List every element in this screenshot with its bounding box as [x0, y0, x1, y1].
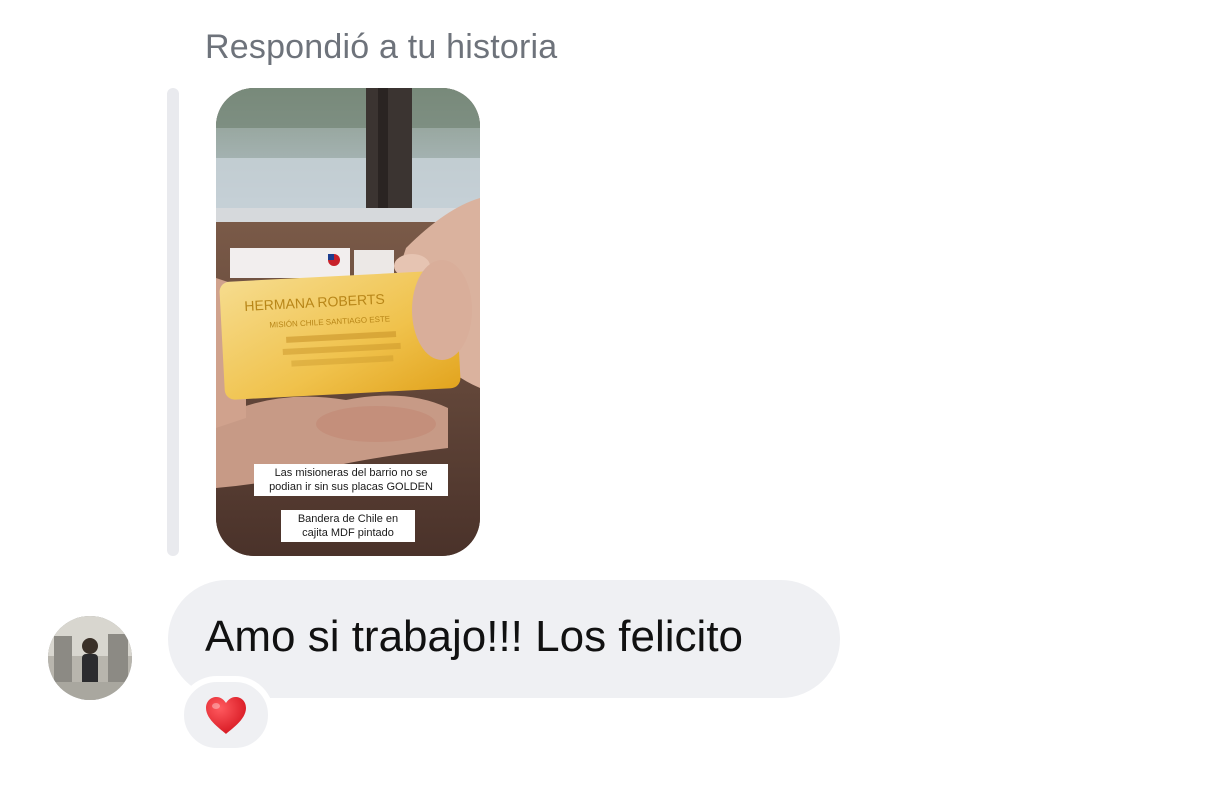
story-caption-1: Las misioneras del barrio no se podian i…	[254, 464, 448, 496]
sender-avatar[interactable]	[48, 616, 132, 700]
reaction-badge[interactable]	[178, 676, 274, 754]
message-text: Amo si trabajo!!! Los felicito	[205, 612, 744, 661]
heart-icon	[206, 697, 246, 734]
quote-bar	[167, 88, 179, 556]
story-preview[interactable]: HERMANA ROBERTS MISIÓN CHILE SANTIAGO ES…	[216, 88, 480, 556]
avatar-photo-icon	[48, 616, 132, 700]
reply-to-story-label: Respondió a tu historia	[205, 28, 558, 66]
story-caption-2: Bandera de Chile en cajita MDF pintado	[281, 510, 415, 542]
